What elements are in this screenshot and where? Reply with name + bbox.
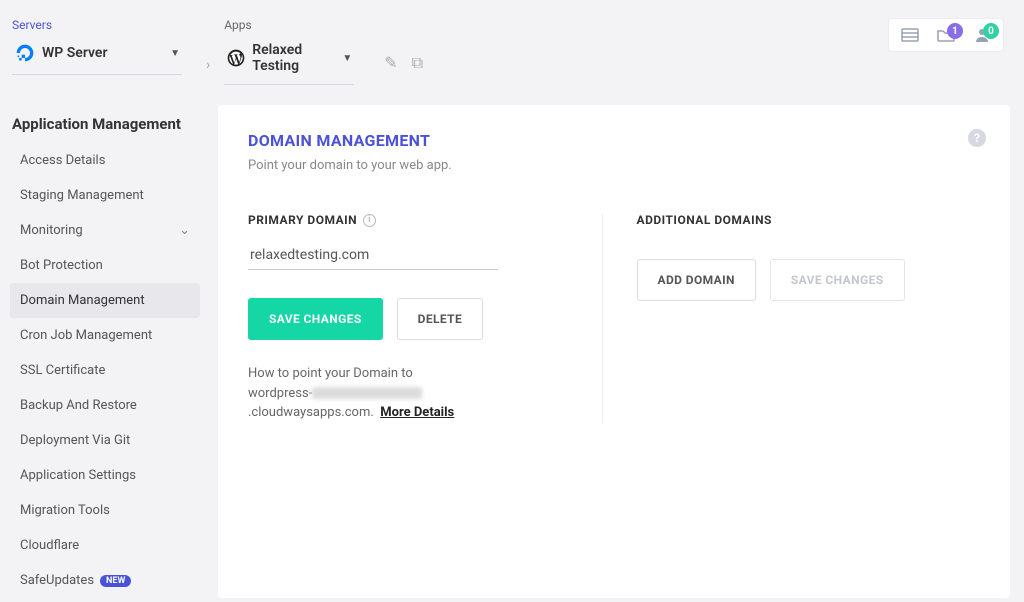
save-additional-button: SAVE CHANGES — [770, 259, 905, 301]
info-icon[interactable]: i — [363, 214, 376, 227]
topbar-actions: 1 0 — [888, 18, 1004, 52]
app-name: Relaxed Testing — [252, 42, 342, 74]
edit-app-icon[interactable]: ✎ — [384, 53, 397, 73]
sidebar-item-domain-management[interactable]: Domain Management — [10, 283, 200, 318]
domain-management-card: ? DOMAIN MANAGEMENT Point your domain to… — [218, 105, 1010, 598]
delete-primary-button[interactable]: DELETE — [397, 298, 484, 340]
account-badge: 0 — [983, 23, 999, 39]
sidebar-item-label: Staging Management — [20, 188, 144, 203]
card-title: DOMAIN MANAGEMENT — [248, 131, 980, 150]
servers-crumb-label: Servers — [12, 18, 182, 32]
sidebar-item-label: Bot Protection — [20, 258, 103, 273]
sidebar: Application Management Access Details St… — [10, 105, 200, 598]
sidebar-item-deployment-via-git[interactable]: Deployment Via Git — [10, 423, 200, 458]
sidebar-item-cloudflare[interactable]: Cloudflare — [10, 528, 200, 563]
chevron-down-icon: ⌄ — [179, 223, 190, 238]
list-view-icon[interactable] — [901, 27, 919, 43]
point-domain-help: How to point your Domain to wordpress- .c… — [248, 364, 568, 423]
open-app-icon[interactable]: ⧉ — [412, 53, 423, 73]
sidebar-item-label: SafeUpdates — [20, 573, 94, 588]
server-select[interactable]: WP Server ▼ — [12, 38, 182, 75]
sidebar-item-application-settings[interactable]: Application Settings — [10, 458, 200, 493]
primary-domain-label: PRIMARY DOMAIN — [248, 213, 357, 227]
sidebar-item-label: Domain Management — [20, 293, 145, 308]
sidebar-item-label: Deployment Via Git — [20, 433, 130, 448]
sidebar-item-access-details[interactable]: Access Details — [10, 143, 200, 178]
additional-domains-section: ADDITIONAL DOMAINS ADD DOMAIN SAVE CHANG… — [602, 213, 981, 423]
more-details-link[interactable]: More Details — [380, 405, 454, 420]
sidebar-item-migration-tools[interactable]: Migration Tools — [10, 493, 200, 528]
account-icon[interactable]: 0 — [973, 27, 991, 43]
wordpress-icon — [226, 47, 246, 69]
additional-domains-label: ADDITIONAL DOMAINS — [637, 213, 772, 227]
app-select[interactable]: Relaxed Testing ▼ — [224, 38, 354, 85]
caret-down-icon: ▼ — [342, 53, 352, 64]
help-icon[interactable]: ? — [968, 129, 986, 147]
sidebar-item-backup-and-restore[interactable]: Backup And Restore — [10, 388, 200, 423]
save-primary-button[interactable]: SAVE CHANGES — [248, 298, 383, 340]
help-host-prefix: wordpress- — [248, 386, 312, 401]
chevron-right-icon: › — [206, 57, 210, 73]
primary-domain-section: PRIMARY DOMAIN i SAVE CHANGES DELETE How… — [248, 213, 592, 423]
sidebar-item-label: Cron Job Management — [20, 328, 152, 343]
sidebar-item-label: Backup And Restore — [20, 398, 137, 413]
projects-badge: 1 — [947, 23, 963, 39]
sidebar-item-label: Monitoring — [20, 223, 83, 238]
card-subtitle: Point your domain to your web app. — [248, 158, 980, 173]
sidebar-item-label: Access Details — [20, 153, 105, 168]
server-name: WP Server — [42, 45, 108, 61]
digitalocean-icon — [14, 42, 36, 64]
sidebar-item-bot-protection[interactable]: Bot Protection — [10, 248, 200, 283]
sidebar-item-label: Cloudflare — [20, 538, 79, 553]
new-badge: NEW — [100, 575, 131, 587]
sidebar-item-label: SSL Certificate — [20, 363, 105, 378]
sidebar-item-cron-job-management[interactable]: Cron Job Management — [10, 318, 200, 353]
sidebar-item-ssl-certificate[interactable]: SSL Certificate — [10, 353, 200, 388]
sidebar-item-monitoring[interactable]: Monitoring ⌄ — [10, 213, 200, 248]
help-prefix: How to point your Domain to — [248, 366, 413, 381]
caret-down-icon: ▼ — [170, 48, 180, 59]
projects-icon[interactable]: 1 — [937, 27, 955, 43]
sidebar-item-label: Application Settings — [20, 468, 136, 483]
sidebar-item-label: Migration Tools — [20, 503, 110, 518]
apps-crumb-label: Apps — [224, 18, 354, 32]
sidebar-item-safeupdates[interactable]: SafeUpdates NEW — [10, 563, 200, 598]
primary-domain-input[interactable] — [248, 243, 498, 270]
sidebar-heading: Application Management — [10, 105, 200, 143]
sidebar-item-staging-management[interactable]: Staging Management — [10, 178, 200, 213]
redacted-host-id — [312, 387, 422, 399]
help-host-suffix: .cloudwaysapps.com. — [248, 405, 374, 420]
add-domain-button[interactable]: ADD DOMAIN — [637, 259, 756, 301]
